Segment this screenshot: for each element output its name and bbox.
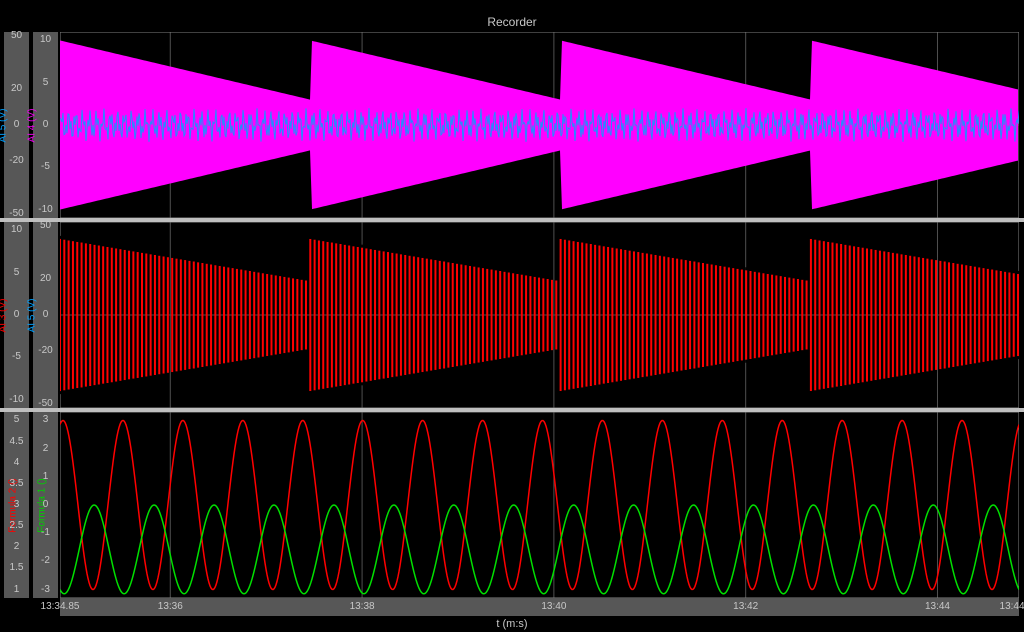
panel3-svg: [60, 412, 1019, 598]
page-title: Recorder: [0, 15, 1024, 29]
panel1-axis-ai5: AI 5 (V) -50-2002050: [4, 32, 29, 218]
panel3-plot-area[interactable]: [60, 412, 1019, 598]
recorder-app: Recorder AI 5 (V) -50-2002050 AI 4 (V) -…: [0, 0, 1024, 632]
panel1-plot-area[interactable]: [60, 32, 1019, 218]
panel2-plot-area[interactable]: [60, 222, 1019, 408]
panel3-axis-formula1: Formula 1 () -3-2-10123: [33, 412, 58, 598]
plot-panel-3: Formula 2 () 11.522.533.544.55 Formula 1…: [0, 412, 1024, 598]
panel1-svg: [60, 32, 1019, 218]
xaxis-area: t (m:s) 13:34.8513:3613:3813:4013:4213:4…: [0, 598, 1024, 632]
panel2-axis-ai5: AI 5 (V) -50-2002050: [33, 222, 58, 408]
plot-panel-2: AI 3 (V) -10-50510 AI 5 (V) -50-2002050: [0, 222, 1024, 408]
panel2-axis-ai3: AI 3 (V) -10-50510: [4, 222, 29, 408]
panel3-axis-formula2: Formula 2 () 11.522.533.544.55: [4, 412, 29, 598]
plot-panel-1: AI 5 (V) -50-2002050 AI 4 (V) -10-50510: [0, 32, 1024, 218]
panel1-axis-ai4: AI 4 (V) -10-50510: [33, 32, 58, 218]
panel2-svg: [60, 222, 1019, 408]
xaxis-label: t (m:s): [0, 618, 1024, 630]
